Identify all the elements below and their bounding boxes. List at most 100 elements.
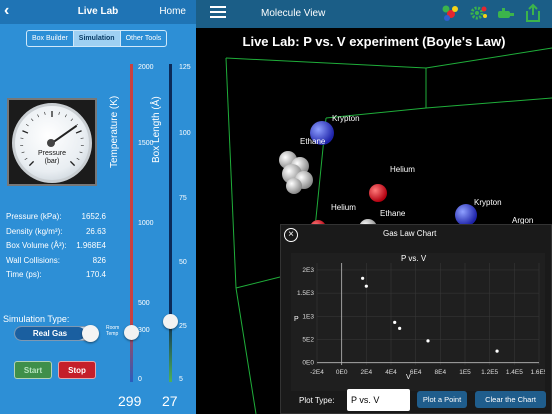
box-length-slider-knob[interactable]: [163, 314, 178, 329]
gear-icon[interactable]: [469, 3, 489, 23]
ethane-molecule: [279, 151, 313, 194]
x-axis-label: V: [406, 374, 411, 381]
stat-value: 826: [92, 255, 106, 265]
plot-area: -2E4 0E0 2E4 4E4 6E4 8E4 1E5 1.2E5 1.4E5 1.6E5 0E0…: [291, 253, 548, 391]
gas-law-chart-panel: × Gas Law Chart -2E4 0E0 2E4 4E4 6E4 8E4 1E5 1.…: [280, 224, 552, 414]
stat-value: 1.968E4: [76, 241, 106, 250]
scatter-plot: -2E4 0E0 2E4 4E4 6E4 8E4 1E5 1.2E5 1.4E5 1.6E5 0E0…: [294, 254, 548, 381]
stat-value: 1652.6: [81, 212, 106, 221]
stop-button[interactable]: Stop: [58, 361, 96, 379]
box-length-title: Box Length (Å): [151, 96, 162, 163]
helium-atom: [369, 184, 387, 202]
sim-type-toggle[interactable]: Real Gas: [14, 325, 99, 342]
box-length-tick-label: 25: [179, 323, 187, 330]
temperature-tick-label: 2000: [138, 64, 154, 71]
y-tick-label: 1.5E3: [297, 290, 314, 297]
clear-chart-button[interactable]: Clear the Chart: [475, 391, 546, 408]
stat-label: Wall Collisions:: [6, 255, 60, 265]
stats-list: Pressure (kPa): 1652.6 Density (kg/m³): 26.…: [6, 212, 106, 285]
gauge-dial: Pressure (bar): [12, 103, 92, 183]
krypton-atom: [455, 204, 477, 226]
box-length-tick-label: 125: [179, 64, 191, 71]
x-tick-label: 1E5: [459, 369, 471, 376]
stat-row: Box Volume (Å³): 1.968E4: [6, 241, 106, 256]
data-point: [426, 339, 430, 343]
stat-row: Density (kg/m³): 26.63: [6, 227, 106, 242]
x-tick-label: 4E4: [385, 369, 397, 376]
temperature-slider-knob[interactable]: [124, 325, 139, 340]
box-length-tick-label: 75: [179, 195, 187, 202]
stat-label: Pressure (kPa):: [6, 212, 62, 221]
box-length-slider-track[interactable]: [169, 64, 172, 382]
stat-label: Density (kg/m³):: [6, 226, 63, 236]
share-icon[interactable]: [523, 3, 543, 23]
hamburger-menu-icon[interactable]: [210, 6, 226, 21]
data-point: [364, 284, 368, 288]
chart-panel-title: Gas Law Chart: [383, 229, 437, 238]
temperature-tick-label: 500: [138, 300, 150, 307]
temperature-title: Temperature (K): [109, 95, 120, 168]
x-tick-label: 1.4E5: [506, 369, 523, 376]
gauge-cap: [47, 139, 55, 147]
sim-type-label: Simulation Type:: [3, 314, 70, 324]
box-length-tick-label: 100: [179, 130, 191, 137]
data-point: [361, 276, 365, 280]
atom-label: Ethane: [380, 209, 406, 218]
data-point: [398, 326, 402, 330]
tab-box-builder[interactable]: Box Builder: [27, 31, 74, 46]
gas-tank-icon[interactable]: [496, 3, 516, 23]
plot-type-label: Plot Type:: [299, 396, 335, 405]
stat-value: 170.4: [85, 270, 106, 279]
atom-label: Krypton: [474, 198, 502, 207]
x-tick-label: 1.2E5: [481, 369, 498, 376]
stat-label: Box Volume (Å³):: [6, 241, 67, 250]
plot-point-button[interactable]: Plot a Point: [417, 391, 467, 408]
toggle-knob[interactable]: [82, 325, 99, 342]
stat-value: 26.63: [85, 226, 106, 236]
y-axis-label: P: [294, 316, 299, 323]
close-icon[interactable]: ×: [284, 228, 298, 242]
data-point: [495, 349, 499, 353]
tab-other-tools[interactable]: Other Tools: [121, 31, 167, 46]
atom-label: Helium: [390, 165, 415, 174]
app-root: ‹ Live Lab Home Box Builder Simulation O…: [0, 0, 552, 414]
y-tick-label: 0E0: [302, 360, 314, 367]
tab-simulation[interactable]: Simulation: [73, 31, 121, 46]
y-tick-label: 5E2: [302, 337, 314, 344]
x-tick-label: -2E4: [310, 369, 324, 376]
gauge-label: Pressure (bar): [37, 150, 66, 165]
left-header: ‹ Live Lab Home: [0, 0, 196, 24]
x-tick-label: 1.6E5: [531, 369, 546, 376]
view-title: Molecule View: [261, 8, 326, 19]
x-tick-label: 0E0: [336, 369, 348, 376]
atom-label: Helium: [331, 203, 356, 212]
temperature-value: 299: [118, 393, 142, 409]
y-tick-label: 1E3: [302, 313, 314, 320]
stat-row: Pressure (kPa): 1652.6: [6, 212, 106, 227]
home-button[interactable]: Home: [159, 6, 186, 17]
y-tick-label: 2E3: [302, 267, 314, 274]
start-button[interactable]: Start: [14, 361, 52, 379]
sim-type-value: Real Gas: [15, 327, 85, 340]
stat-row: Wall Collisions: 826: [6, 256, 106, 271]
box-length-value: 27: [162, 393, 178, 409]
experiment-title: Live Lab: P vs. V experiment (Boyle's La…: [242, 34, 506, 49]
room-temp-label: Room Temp: [106, 325, 120, 337]
atom-label: Krypton: [332, 114, 360, 123]
stat-row: Time (ps): 170.4: [6, 270, 106, 285]
atoms-icon[interactable]: [440, 3, 460, 23]
x-tick-label: 8E4: [435, 369, 447, 376]
stat-label: Time (ps):: [6, 270, 42, 279]
data-point: [393, 320, 397, 324]
x-tick-label: 6E4: [410, 369, 422, 376]
box-length-tick-label: 5: [179, 376, 183, 383]
plot-type-field[interactable]: P vs. V: [347, 389, 410, 411]
box-length-tick-label: 50: [179, 259, 187, 266]
pressure-gauge: Pressure (bar): [7, 98, 97, 186]
atom-label: Ethane: [300, 137, 326, 146]
chart-title: P vs. V: [401, 254, 427, 263]
temperature-tick-label: 1000: [138, 220, 154, 227]
mode-tabs: Box Builder Simulation Other Tools: [26, 30, 168, 47]
temperature-tick-label: 300: [138, 327, 150, 334]
control-panel: ‹ Live Lab Home Box Builder Simulation O…: [0, 0, 196, 414]
